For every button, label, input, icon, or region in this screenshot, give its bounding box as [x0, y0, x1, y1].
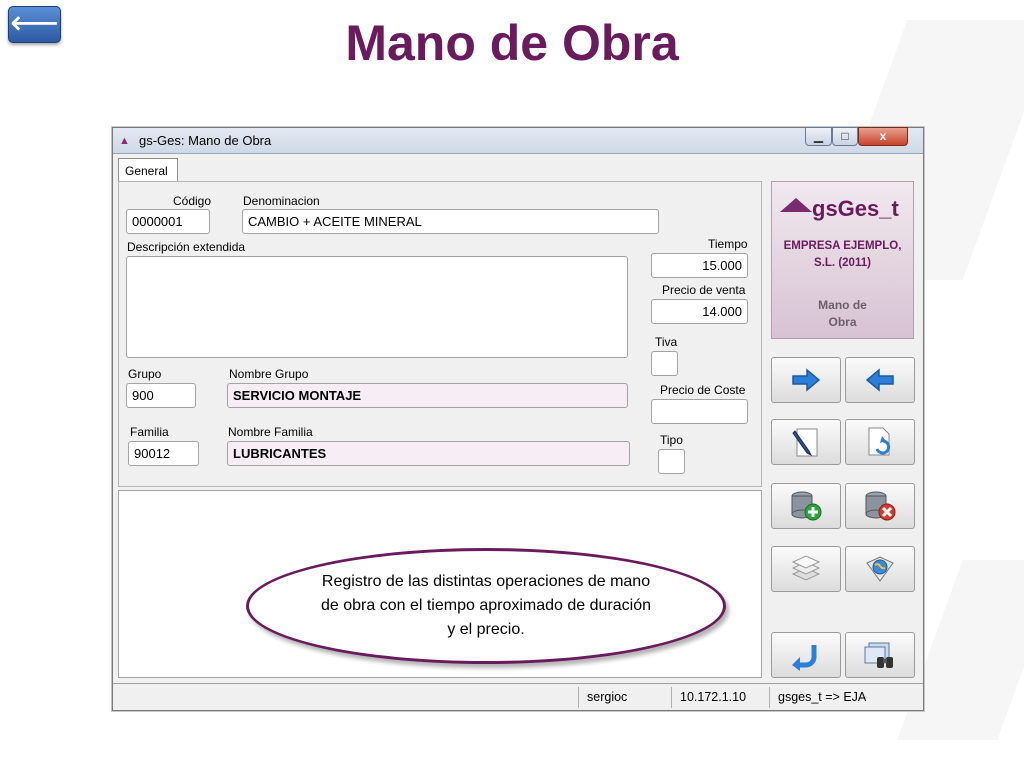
search-button[interactable]: [845, 632, 915, 678]
company-name: EMPRESA EJEMPLO, S.L. (2011): [772, 238, 913, 272]
general-panel: Código 0000001 Denominacion CAMBIO + ACE…: [118, 181, 762, 487]
tiempo-field[interactable]: 15.000: [651, 253, 748, 278]
status-bar: sergioc 10.172.1.10 gsges_t => EJA: [113, 683, 923, 710]
denominacion-field[interactable]: CAMBIO + ACEITE MINERAL: [242, 209, 659, 234]
add-record-button[interactable]: [771, 483, 841, 529]
descripcion-field[interactable]: [126, 256, 628, 358]
detail-area: Registro de las distintas operaciones de…: [118, 490, 762, 678]
globe-icon: [866, 556, 894, 582]
precio-coste-label: Precio de Coste: [660, 383, 746, 397]
precio-coste-field[interactable]: [651, 399, 748, 424]
delete-record-button[interactable]: [845, 483, 915, 529]
module-name: Mano de Obra: [772, 297, 913, 331]
document-undo-icon: [868, 427, 891, 456]
binoculars-icon: [864, 642, 893, 668]
maximize-button[interactable]: □: [832, 127, 858, 146]
brand-logo-icon: [780, 198, 812, 212]
callout-text: Registro de las distintas operaciones de…: [321, 573, 651, 638]
tab-general[interactable]: General: [118, 158, 178, 182]
status-user: sergioc: [578, 687, 668, 708]
callout-bubble: Registro de las distintas operaciones de…: [246, 548, 726, 664]
slide-title: Mano de Obra: [345, 15, 679, 71]
close-button[interactable]: x: [858, 127, 908, 146]
application-window: ▲ gs-Ges: Mano de Obra ▁ □ x General Cód…: [112, 127, 924, 711]
status-ip: 10.172.1.10: [671, 687, 768, 708]
module-line1: Mano de: [818, 298, 867, 312]
window-title: gs-Ges: Mano de Obra: [139, 133, 272, 148]
brand-logo-panel: gsGes_t EMPRESA EJEMPLO, S.L. (2011) Man…: [771, 181, 914, 339]
database-add-icon: [791, 491, 822, 521]
minimize-button[interactable]: ▁: [805, 127, 832, 146]
familia-label: Familia: [130, 425, 169, 439]
return-button[interactable]: [771, 632, 841, 678]
company-line2: S.L. (2011): [814, 257, 871, 269]
next-button[interactable]: [771, 357, 841, 403]
globe-button[interactable]: [845, 546, 915, 592]
codigo-field[interactable]: 0000001: [126, 209, 210, 234]
pen-document-icon: [792, 428, 818, 457]
arrow-left-icon: [865, 368, 894, 392]
return-arrow-icon: [792, 645, 817, 671]
nombre-grupo-label: Nombre Grupo: [229, 367, 309, 381]
precio-venta-label: Precio de venta: [662, 283, 746, 297]
window-titlebar[interactable]: ▲ gs-Ges: Mano de Obra ▁ □ x: [113, 127, 923, 154]
arrow-right-icon: [792, 368, 821, 392]
tiempo-label: Tiempo: [708, 237, 748, 251]
previous-button[interactable]: [845, 357, 915, 403]
tiva-field[interactable]: [651, 351, 678, 376]
descripcion-label: Descripción extendida: [127, 240, 246, 254]
module-line2: Obra: [828, 315, 857, 329]
denominacion-label: Denominacion: [243, 194, 320, 208]
database-delete-icon: [865, 491, 896, 521]
codigo-label: Código: [173, 194, 212, 208]
precio-venta-field[interactable]: 14.000: [651, 299, 748, 324]
nombre-familia-label: Nombre Familia: [228, 425, 313, 439]
tipo-field[interactable]: [658, 449, 685, 474]
app-logo-icon: ▲: [119, 135, 130, 147]
pages-button[interactable]: [771, 546, 841, 592]
nombre-familia-field[interactable]: LUBRICANTES: [227, 441, 630, 466]
stacked-pages-icon: [791, 555, 821, 581]
familia-field[interactable]: 90012: [128, 441, 199, 466]
tiva-label: Tiva: [655, 335, 678, 349]
nombre-grupo-field[interactable]: SERVICIO MONTAJE: [227, 383, 628, 408]
grupo-field[interactable]: 900: [126, 383, 196, 408]
tipo-label: Tipo: [660, 433, 683, 447]
company-line1: EMPRESA EJEMPLO,: [783, 240, 902, 252]
brand-name: gsGes_t: [812, 196, 899, 221]
grupo-label: Grupo: [128, 367, 162, 381]
status-database: gsges_t => EJA: [769, 687, 919, 708]
undo-document-button[interactable]: [845, 419, 915, 465]
edit-button[interactable]: [771, 419, 841, 465]
